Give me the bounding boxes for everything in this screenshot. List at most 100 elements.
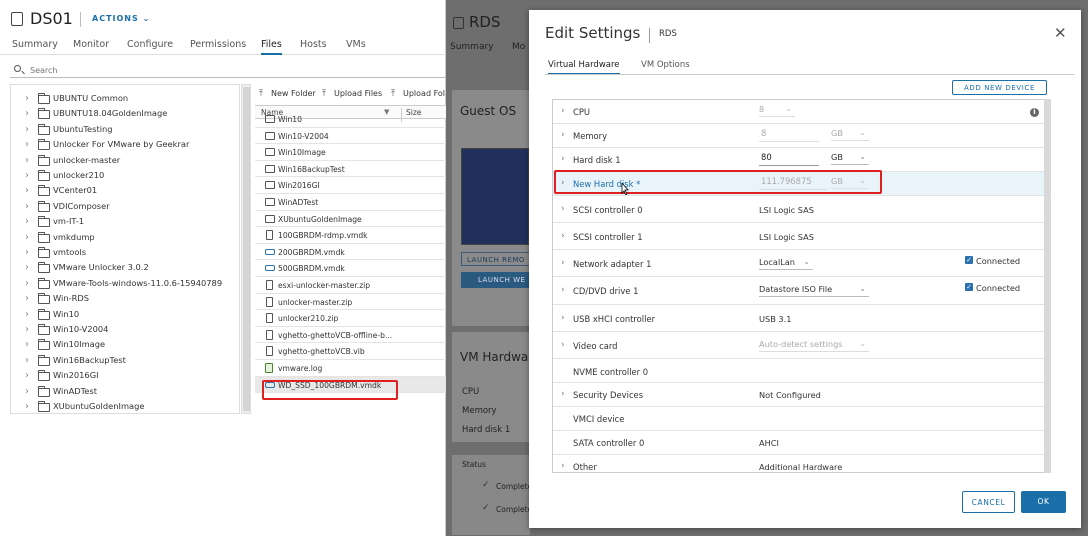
chevron-right-icon[interactable]: › <box>25 262 29 274</box>
cpu-select[interactable]: 8 ⌄ <box>759 104 795 117</box>
tree-item[interactable]: › Win-RDS <box>11 292 239 306</box>
tree-item[interactable]: › VDIComposer <box>11 200 239 214</box>
chevron-right-icon[interactable]: › <box>25 355 29 367</box>
hw-row-usb[interactable]: › USB xHCI controller USB 3.1 <box>553 305 1044 332</box>
connected-checkbox[interactable]: ✓ <box>965 256 973 264</box>
chevron-right-icon[interactable]: › <box>25 278 29 290</box>
tree-item[interactable]: › VCenter01 <box>11 184 239 198</box>
actions-menu[interactable]: ACTIONS ⌄ <box>92 14 150 23</box>
chevron-right-icon[interactable]: › <box>25 324 29 336</box>
tab-virtual-hardware[interactable]: Virtual Hardware <box>548 60 620 75</box>
tree-item[interactable]: › unlocker210 <box>11 169 239 183</box>
file-row[interactable]: vghetto-ghettoVCB.vib <box>255 343 446 360</box>
chevron-right-icon[interactable]: › <box>561 313 565 323</box>
file-row[interactable]: 100GBRDM-rdmp.vmdk <box>255 227 446 244</box>
tree-item[interactable]: › UBUNTU Common <box>11 92 239 106</box>
chevron-right-icon[interactable]: › <box>25 401 29 413</box>
chevron-right-icon[interactable]: › <box>25 93 29 105</box>
scrollbar-thumb[interactable] <box>243 87 250 411</box>
cd-dvd-select[interactable]: Datastore ISO File ⌄ <box>759 284 869 297</box>
file-row[interactable]: XUbuntuGoldenImage <box>255 211 446 228</box>
chevron-right-icon[interactable]: › <box>561 340 565 350</box>
file-row[interactable]: 200GBRDM.vmdk <box>255 244 446 261</box>
file-row[interactable]: Win10-V2004 <box>255 128 446 145</box>
hw-row-cd-dvd[interactable]: › CD/DVD drive 1 Datastore ISO File ⌄ ✓ C… <box>553 277 1044 305</box>
tab-summary[interactable]: Summary <box>12 39 58 55</box>
hw-row-scsi-0[interactable]: › SCSI controller 0 LSI Logic SAS <box>553 196 1044 223</box>
chevron-right-icon[interactable]: › <box>25 124 29 136</box>
tree-item[interactable]: › unlocker-master <box>11 154 239 168</box>
hw-row-network-adapter[interactable]: › Network adapter 1 LocalLan ⌄ ✓ Connecte… <box>553 250 1044 277</box>
hw-row-cpu[interactable]: › CPU 8 ⌄ <box>553 100 1044 124</box>
add-new-device-button[interactable]: ADD NEW DEVICE <box>952 80 1047 95</box>
hard-disk-1-size-input[interactable]: 80 <box>759 152 819 166</box>
chevron-right-icon[interactable]: › <box>25 108 29 120</box>
tree-item[interactable]: › vm-IT-1 <box>11 215 239 229</box>
file-row[interactable]: Win10 <box>255 111 446 128</box>
chevron-right-icon[interactable]: › <box>25 185 29 197</box>
tree-item[interactable]: › UBUNTU18.04GoldenImage <box>11 107 239 121</box>
tree-item[interactable]: › Win2016GI <box>11 369 239 383</box>
file-row[interactable]: WinADTest <box>255 194 446 211</box>
tree-item[interactable]: › WinADTest <box>11 385 239 399</box>
cancel-button[interactable]: CANCEL <box>962 491 1015 513</box>
upload-folder-button[interactable]: ⤒ Upload Fol <box>391 89 445 99</box>
hw-row-hard-disk-1[interactable]: › Hard disk 1 80 GB ⌄ <box>553 148 1044 172</box>
tree-item[interactable]: › vmkdump <box>11 231 239 245</box>
chevron-right-icon[interactable]: › <box>25 232 29 244</box>
ok-button[interactable]: OK <box>1021 491 1066 513</box>
connected-checkbox[interactable]: ✓ <box>965 283 973 291</box>
file-row[interactable]: unlocker210.zip <box>255 310 446 327</box>
tab-monitor[interactable]: Monitor <box>73 39 109 55</box>
tree-item[interactable]: › Win16BackupTest <box>11 354 239 368</box>
tab-vms[interactable]: VMs <box>346 39 366 55</box>
file-row[interactable]: vghetto-ghettoVCB-offline-b... <box>255 327 446 344</box>
tree-item[interactable]: › Unlocker For VMware by Geekrar <box>11 138 239 152</box>
tree-item[interactable]: › Win10-V2004 <box>11 323 239 337</box>
hard-disk-1-unit-select[interactable]: GB ⌄ <box>831 152 869 165</box>
hardware-scrollbar[interactable] <box>1044 99 1051 473</box>
chevron-right-icon[interactable]: › <box>25 201 29 213</box>
tree-item[interactable]: › Win10Image <box>11 338 239 352</box>
chevron-right-icon[interactable]: › <box>561 389 565 399</box>
hw-row-security-devices[interactable]: › Security Devices Not Configured <box>553 383 1044 407</box>
tab-files[interactable]: Files <box>261 39 282 55</box>
chevron-right-icon[interactable]: › <box>25 386 29 398</box>
chevron-right-icon[interactable]: › <box>561 106 565 116</box>
memory-input[interactable]: 8 <box>759 128 819 142</box>
close-icon[interactable]: ✕ <box>1054 26 1067 41</box>
chevron-right-icon[interactable]: › <box>561 130 565 140</box>
memory-unit-select[interactable]: GB ⌄ <box>831 128 869 141</box>
tab-configure[interactable]: Configure <box>127 39 173 55</box>
upload-files-button[interactable]: ⤒ Upload Files <box>322 89 382 99</box>
chevron-right-icon[interactable]: › <box>25 293 29 305</box>
tree-scrollbar[interactable] <box>241 84 251 414</box>
chevron-right-icon[interactable]: › <box>25 247 29 259</box>
chevron-right-icon[interactable]: › <box>25 216 29 228</box>
chevron-right-icon[interactable]: › <box>25 339 29 351</box>
tree-item[interactable]: › XUbuntuGoldenImage <box>11 400 239 413</box>
tree-item[interactable]: › UbuntuTesting <box>11 123 239 137</box>
tree-item[interactable]: › VMware Unlocker 3.0.2 <box>11 261 239 275</box>
file-row[interactable]: 500GBRDM.vmdk <box>255 260 446 277</box>
hw-row-scsi-1[interactable]: › SCSI controller 1 LSI Logic SAS <box>553 223 1044 250</box>
file-row[interactable]: esxi-unlocker-master.zip <box>255 277 446 294</box>
tab-hosts[interactable]: Hosts <box>300 39 327 55</box>
network-select[interactable]: LocalLan ⌄ <box>759 257 813 270</box>
chevron-right-icon[interactable]: › <box>25 309 29 321</box>
file-row[interactable]: unlocker-master.zip <box>255 294 446 311</box>
hw-row-other[interactable]: › Other Additional Hardware <box>553 455 1044 472</box>
tree-item[interactable]: › vmtools <box>11 246 239 260</box>
tab-permissions[interactable]: Permissions <box>190 39 246 55</box>
tree-item[interactable]: › VMware-Tools-windows-11.0.6-15940789 <box>11 277 239 291</box>
chevron-right-icon[interactable]: › <box>561 285 565 295</box>
file-row[interactable]: Win16BackupTest <box>255 161 446 178</box>
hw-row-memory[interactable]: › Memory 8 GB ⌄ <box>553 124 1044 148</box>
file-row[interactable]: Win2016GI <box>255 177 446 194</box>
hw-row-video-card[interactable]: › Video card Auto-detect settings ⌄ <box>553 332 1044 359</box>
chevron-right-icon[interactable]: › <box>561 461 565 471</box>
chevron-right-icon[interactable]: › <box>25 139 29 151</box>
file-row[interactable]: Win10Image <box>255 144 446 161</box>
video-card-select[interactable]: Auto-detect settings ⌄ <box>759 339 869 352</box>
chevron-right-icon[interactable]: › <box>561 204 565 214</box>
